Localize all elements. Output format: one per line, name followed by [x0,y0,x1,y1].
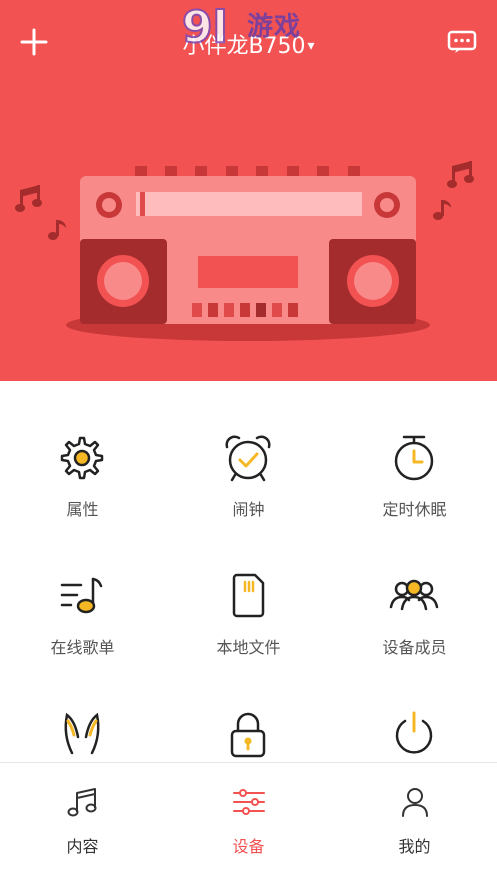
user-icon [402,788,428,817]
grid-label: 本地文件 [216,638,281,657]
grid-item-local-files[interactable]: 本地文件 [166,519,331,657]
bottom-tab-bar: 内容 设备 我的 [0,762,497,883]
alarm-clock-icon [225,435,271,482]
grid-item-sleep-timer[interactable]: 定时休眠 [332,381,497,519]
rabbit-ears-icon [64,712,100,755]
sd-card-icon [232,573,265,618]
message-icon[interactable] [447,30,477,54]
watermark-logo: 9l 游戏 [181,1,322,54]
tab-label: 我的 [398,837,431,856]
svg-text:9l: 9l [182,2,228,48]
power-icon [395,711,433,754]
playlist-icon [60,577,103,614]
sliders-icon [233,789,265,815]
members-icon [389,579,439,611]
grid-label: 在线歌单 [50,638,115,657]
gear-icon [60,436,104,480]
tab-content[interactable]: 内容 [0,763,165,884]
grid-item-device-members[interactable]: 设备成员 [332,519,497,657]
grid-label: 属性 [66,500,99,519]
tab-label: 内容 [66,837,99,856]
watermark-text: 游戏 [247,12,302,42]
grid-item-properties[interactable]: 属性 [0,381,165,519]
top-bar: 小伴龙B750 ▾ 9l 游戏 [0,0,497,90]
radio-illustration [15,161,474,341]
watermark-numeral-icon: 9l [181,1,229,54]
hero-banner: 小伴龙B750 ▾ 9l 游戏 [0,0,497,381]
grid-label: 定时休眠 [382,500,447,519]
tab-device[interactable]: 设备 [166,763,331,884]
function-grid: 属性 闹钟 定时休眠 在线歌单 本地文件 设备成员 [0,381,497,762]
tab-label: 设备 [232,837,265,856]
lock-icon [230,712,266,758]
grid-item-online-playlist[interactable]: 在线歌单 [0,519,165,657]
timer-icon [394,435,434,481]
grid-label: 闹钟 [232,500,265,519]
grid-label: 设备成员 [382,638,447,657]
tab-mine[interactable]: 我的 [332,763,497,884]
grid-item-alarm[interactable]: 闹钟 [166,381,331,519]
music-note-icon [67,788,97,817]
